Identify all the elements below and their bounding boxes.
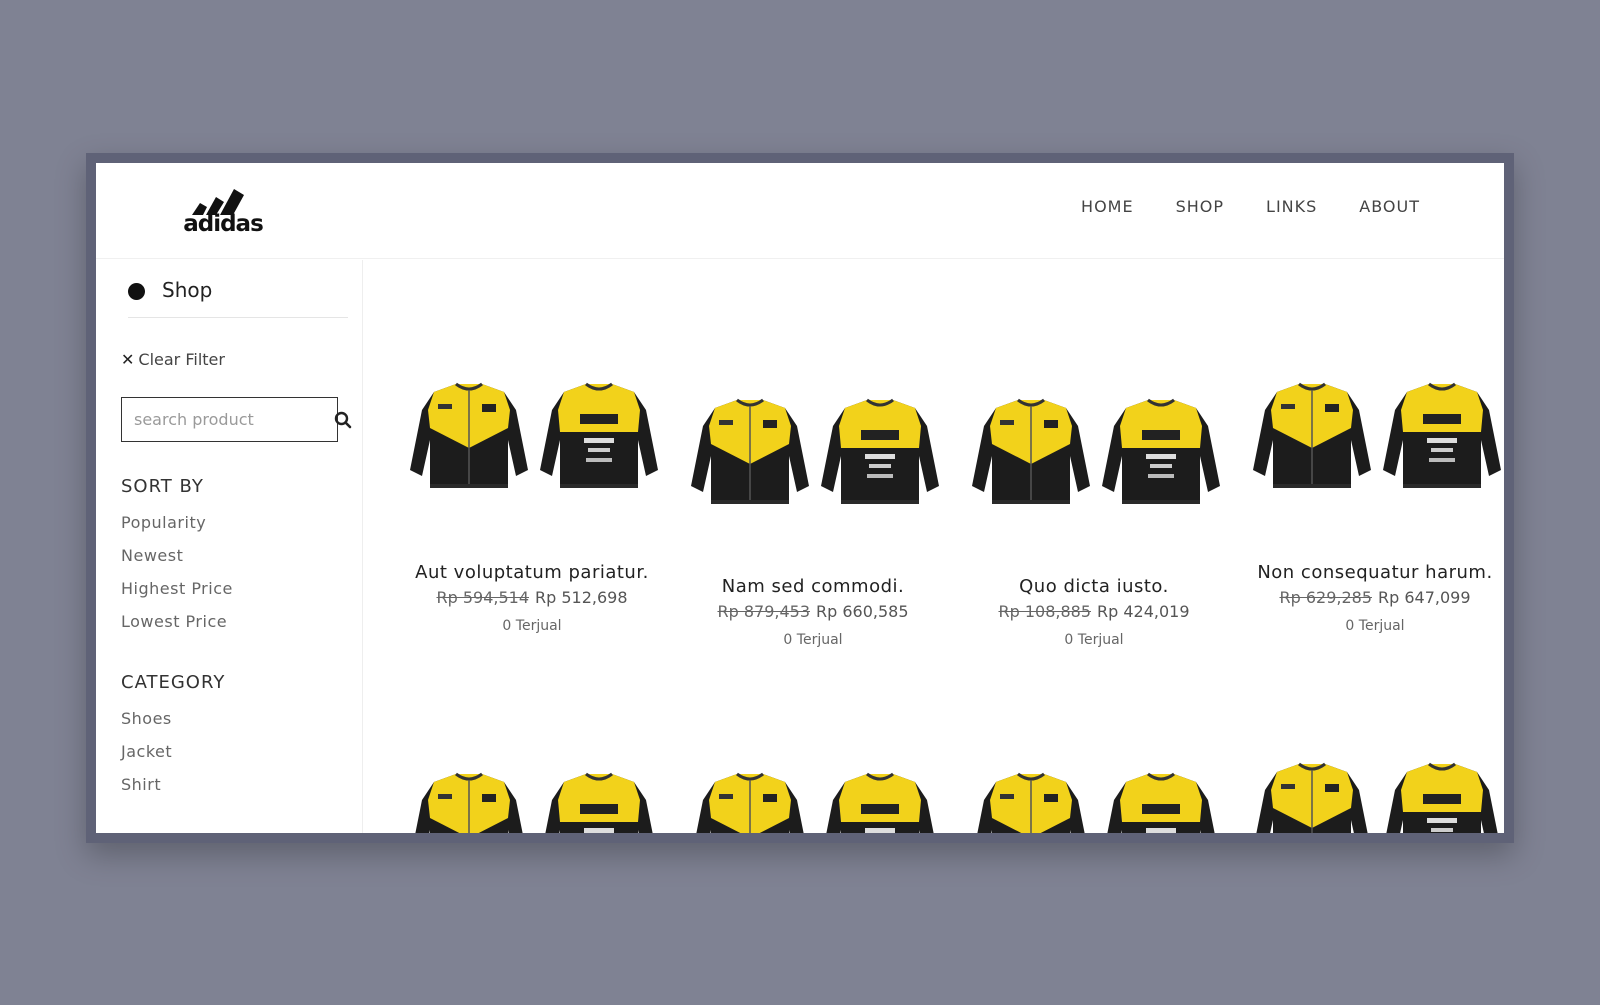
sidebar-title-label: Shop xyxy=(162,278,213,302)
product-sold-count: 0 Terjual xyxy=(502,618,562,634)
nav-about[interactable]: ABOUT xyxy=(1359,197,1420,216)
product-image[interactable] xyxy=(1235,370,1504,520)
product-image[interactable] xyxy=(673,386,953,536)
clear-filter-label: Clear Filter xyxy=(138,350,225,369)
product-price: Rp 424,019 xyxy=(1097,602,1190,621)
jacket-illustration xyxy=(972,398,1220,504)
product-grid: Aut voluptatum pariatur. Rp 594,514 Rp 51… xyxy=(364,260,1504,833)
nav-shop[interactable]: SHOP xyxy=(1176,197,1224,216)
jacket-illustration xyxy=(1253,382,1501,488)
sort-options: Popularity Newest Highest Price Lowest P… xyxy=(121,513,233,645)
product-card[interactable]: Non consequatur harum. Rp 629,285 Rp 647,… xyxy=(1235,260,1504,680)
product-old-price: Rp 879,453 xyxy=(717,602,810,621)
product-info: Non consequatur harum. Rp 629,285 Rp 647,… xyxy=(1235,558,1504,634)
product-card[interactable]: Quo dicta iusto. Rp 108,885 Rp 424,019 0 … xyxy=(954,260,1234,680)
product-image[interactable] xyxy=(1235,750,1504,833)
product-name[interactable]: Nam sed commodi. xyxy=(673,572,953,601)
product-card[interactable] xyxy=(673,760,953,833)
sort-highest-price[interactable]: Highest Price xyxy=(121,579,233,612)
product-prices: Rp 629,285 Rp 647,099 xyxy=(1235,588,1504,607)
nav-home[interactable]: HOME xyxy=(1081,197,1134,216)
filter-sidebar: Shop ✕ Clear Filter SORT BY Popularity N… xyxy=(96,260,363,833)
jacket-illustration xyxy=(1256,762,1498,833)
adidas-logo[interactable]: adidas xyxy=(178,177,268,237)
product-image[interactable] xyxy=(392,760,672,833)
jacket-illustration xyxy=(415,772,653,833)
product-old-price: Rp 108,885 xyxy=(998,602,1091,621)
clear-filter-button[interactable]: ✕ Clear Filter xyxy=(121,350,225,369)
category-options: Shoes Jacket Shirt xyxy=(121,709,172,808)
product-prices: Rp 879,453 Rp 660,585 xyxy=(673,602,953,621)
product-card[interactable]: Nam sed commodi. Rp 879,453 Rp 660,585 0 … xyxy=(673,260,953,680)
jacket-illustration xyxy=(696,772,934,833)
product-old-price: Rp 594,514 xyxy=(436,588,529,607)
product-name[interactable]: Aut voluptatum pariatur. xyxy=(392,558,672,587)
category-heading: CATEGORY xyxy=(121,672,226,693)
sidebar-title: Shop xyxy=(128,278,348,318)
product-info: Quo dicta iusto. Rp 108,885 Rp 424,019 0 … xyxy=(954,572,1234,648)
product-price: Rp 647,099 xyxy=(1378,588,1471,607)
product-name[interactable]: Non consequatur harum. xyxy=(1235,558,1504,587)
close-icon: ✕ xyxy=(121,350,135,369)
product-image[interactable] xyxy=(954,386,1234,536)
jacket-illustration xyxy=(977,772,1215,833)
browser-frame: adidas HOME SHOP LINKS ABOUT Shop ✕ Clea… xyxy=(86,153,1514,843)
jacket-illustration xyxy=(410,382,658,488)
product-image[interactable] xyxy=(392,370,672,520)
sort-newest[interactable]: Newest xyxy=(121,546,233,579)
jacket-illustration xyxy=(691,398,939,504)
product-price: Rp 512,698 xyxy=(535,588,628,607)
product-card[interactable] xyxy=(392,760,672,833)
category-shirt[interactable]: Shirt xyxy=(121,775,172,808)
product-card[interactable] xyxy=(1235,760,1504,833)
page-window: adidas HOME SHOP LINKS ABOUT Shop ✕ Clea… xyxy=(96,163,1504,833)
product-image[interactable] xyxy=(954,760,1234,833)
product-card[interactable]: Aut voluptatum pariatur. Rp 594,514 Rp 51… xyxy=(392,260,672,680)
sort-by-heading: SORT BY xyxy=(121,476,204,497)
product-image[interactable] xyxy=(673,760,953,833)
nav-links[interactable]: LINKS xyxy=(1266,197,1317,216)
category-shoes[interactable]: Shoes xyxy=(121,709,172,742)
search-input[interactable] xyxy=(122,398,334,441)
dot-icon xyxy=(128,283,145,300)
product-info: Nam sed commodi. Rp 879,453 Rp 660,585 0 … xyxy=(673,572,953,648)
sort-lowest-price[interactable]: Lowest Price xyxy=(121,612,233,645)
search-box xyxy=(121,397,352,442)
product-price: Rp 660,585 xyxy=(816,602,909,621)
product-prices: Rp 108,885 Rp 424,019 xyxy=(954,602,1234,621)
product-sold-count: 0 Terjual xyxy=(1064,632,1124,648)
category-jacket[interactable]: Jacket xyxy=(121,742,172,775)
main-nav: HOME SHOP LINKS ABOUT xyxy=(1081,197,1420,216)
site-header: adidas HOME SHOP LINKS ABOUT xyxy=(96,163,1504,259)
product-info: Aut voluptatum pariatur. Rp 594,514 Rp 51… xyxy=(392,558,672,634)
brand-wordmark: adidas xyxy=(183,211,264,237)
product-name[interactable]: Quo dicta iusto. xyxy=(954,572,1234,601)
product-card[interactable] xyxy=(954,760,1234,833)
sort-popularity[interactable]: Popularity xyxy=(121,513,233,546)
product-old-price: Rp 629,285 xyxy=(1279,588,1372,607)
product-sold-count: 0 Terjual xyxy=(783,632,843,648)
product-prices: Rp 594,514 Rp 512,698 xyxy=(392,588,672,607)
search-icon[interactable] xyxy=(334,411,352,429)
product-sold-count: 0 Terjual xyxy=(1345,618,1405,634)
